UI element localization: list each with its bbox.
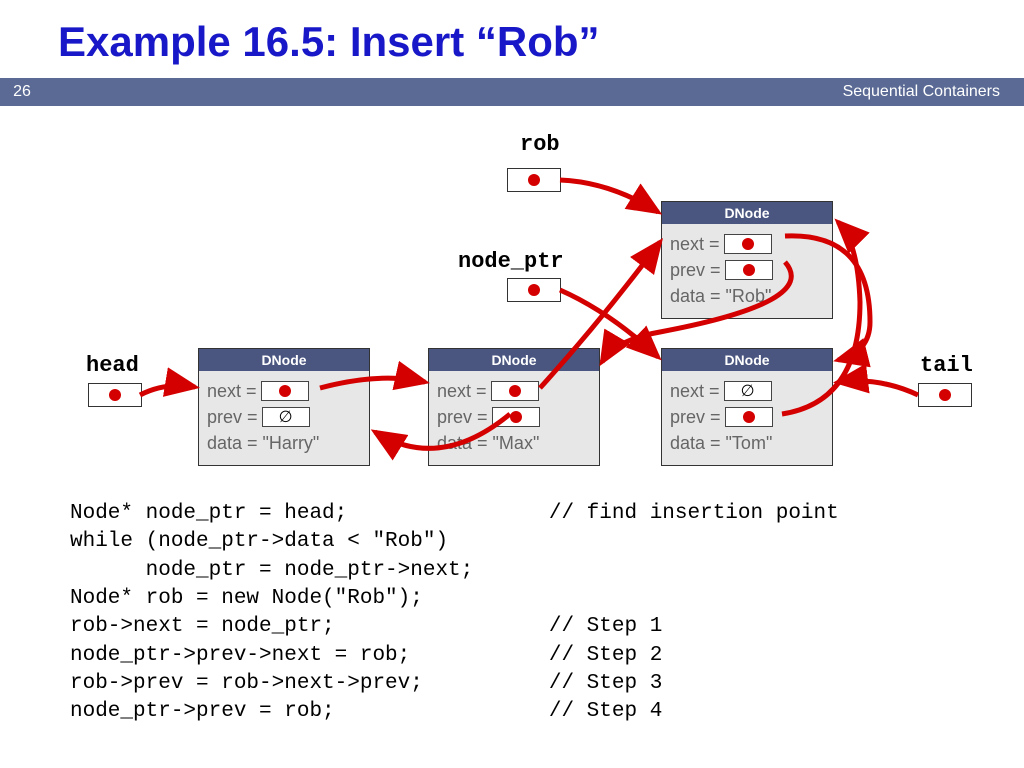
dot-icon: [939, 389, 951, 401]
field-data: data = "Tom": [670, 431, 824, 455]
field-prev: prev =∅: [207, 405, 361, 429]
dnode-tom: DNode next =∅ prev = data = "Tom": [661, 348, 833, 466]
banner: 26 Sequential Containers: [0, 78, 1024, 106]
rob-ptr-box: [507, 168, 561, 192]
field-prev: prev =: [670, 258, 824, 282]
nodeptr-ptr-box: [507, 278, 561, 302]
dot-icon: [528, 174, 540, 186]
tail-ptr-box: [918, 383, 972, 407]
banner-text: Sequential Containers: [44, 78, 1024, 106]
head-ptr-box: [88, 383, 142, 407]
field-prev: prev =: [437, 405, 591, 429]
dnode-harry: DNode next = prev =∅ data = "Harry": [198, 348, 370, 466]
diagram-area: rob node_ptr head tail DNode next = prev…: [0, 112, 1024, 482]
dot-icon: [528, 284, 540, 296]
field-prev: prev =: [670, 405, 824, 429]
dot-icon: [109, 389, 121, 401]
dnode-max: DNode next = prev = data = "Max": [428, 348, 600, 466]
field-next: next =∅: [670, 379, 824, 403]
dnode-header: DNode: [662, 349, 832, 371]
field-data: data = "Max": [437, 431, 591, 455]
field-next: next =: [437, 379, 591, 403]
field-next: next =: [207, 379, 361, 403]
label-tail: tail: [920, 353, 973, 378]
code-block: Node* node_ptr = head; // find insertion…: [70, 500, 839, 727]
page-number: 26: [0, 78, 44, 106]
dnode-header: DNode: [429, 349, 599, 371]
dnode-header: DNode: [199, 349, 369, 371]
label-node-ptr: node_ptr: [458, 249, 564, 274]
field-data: data = "Rob": [670, 284, 824, 308]
page-title: Example 16.5: Insert “Rob”: [0, 0, 1024, 78]
dnode-header: DNode: [662, 202, 832, 224]
label-rob: rob: [520, 132, 560, 157]
label-head: head: [86, 353, 139, 378]
field-next: next =: [670, 232, 824, 256]
dnode-rob: DNode next = prev = data = "Rob": [661, 201, 833, 319]
field-data: data = "Harry": [207, 431, 361, 455]
